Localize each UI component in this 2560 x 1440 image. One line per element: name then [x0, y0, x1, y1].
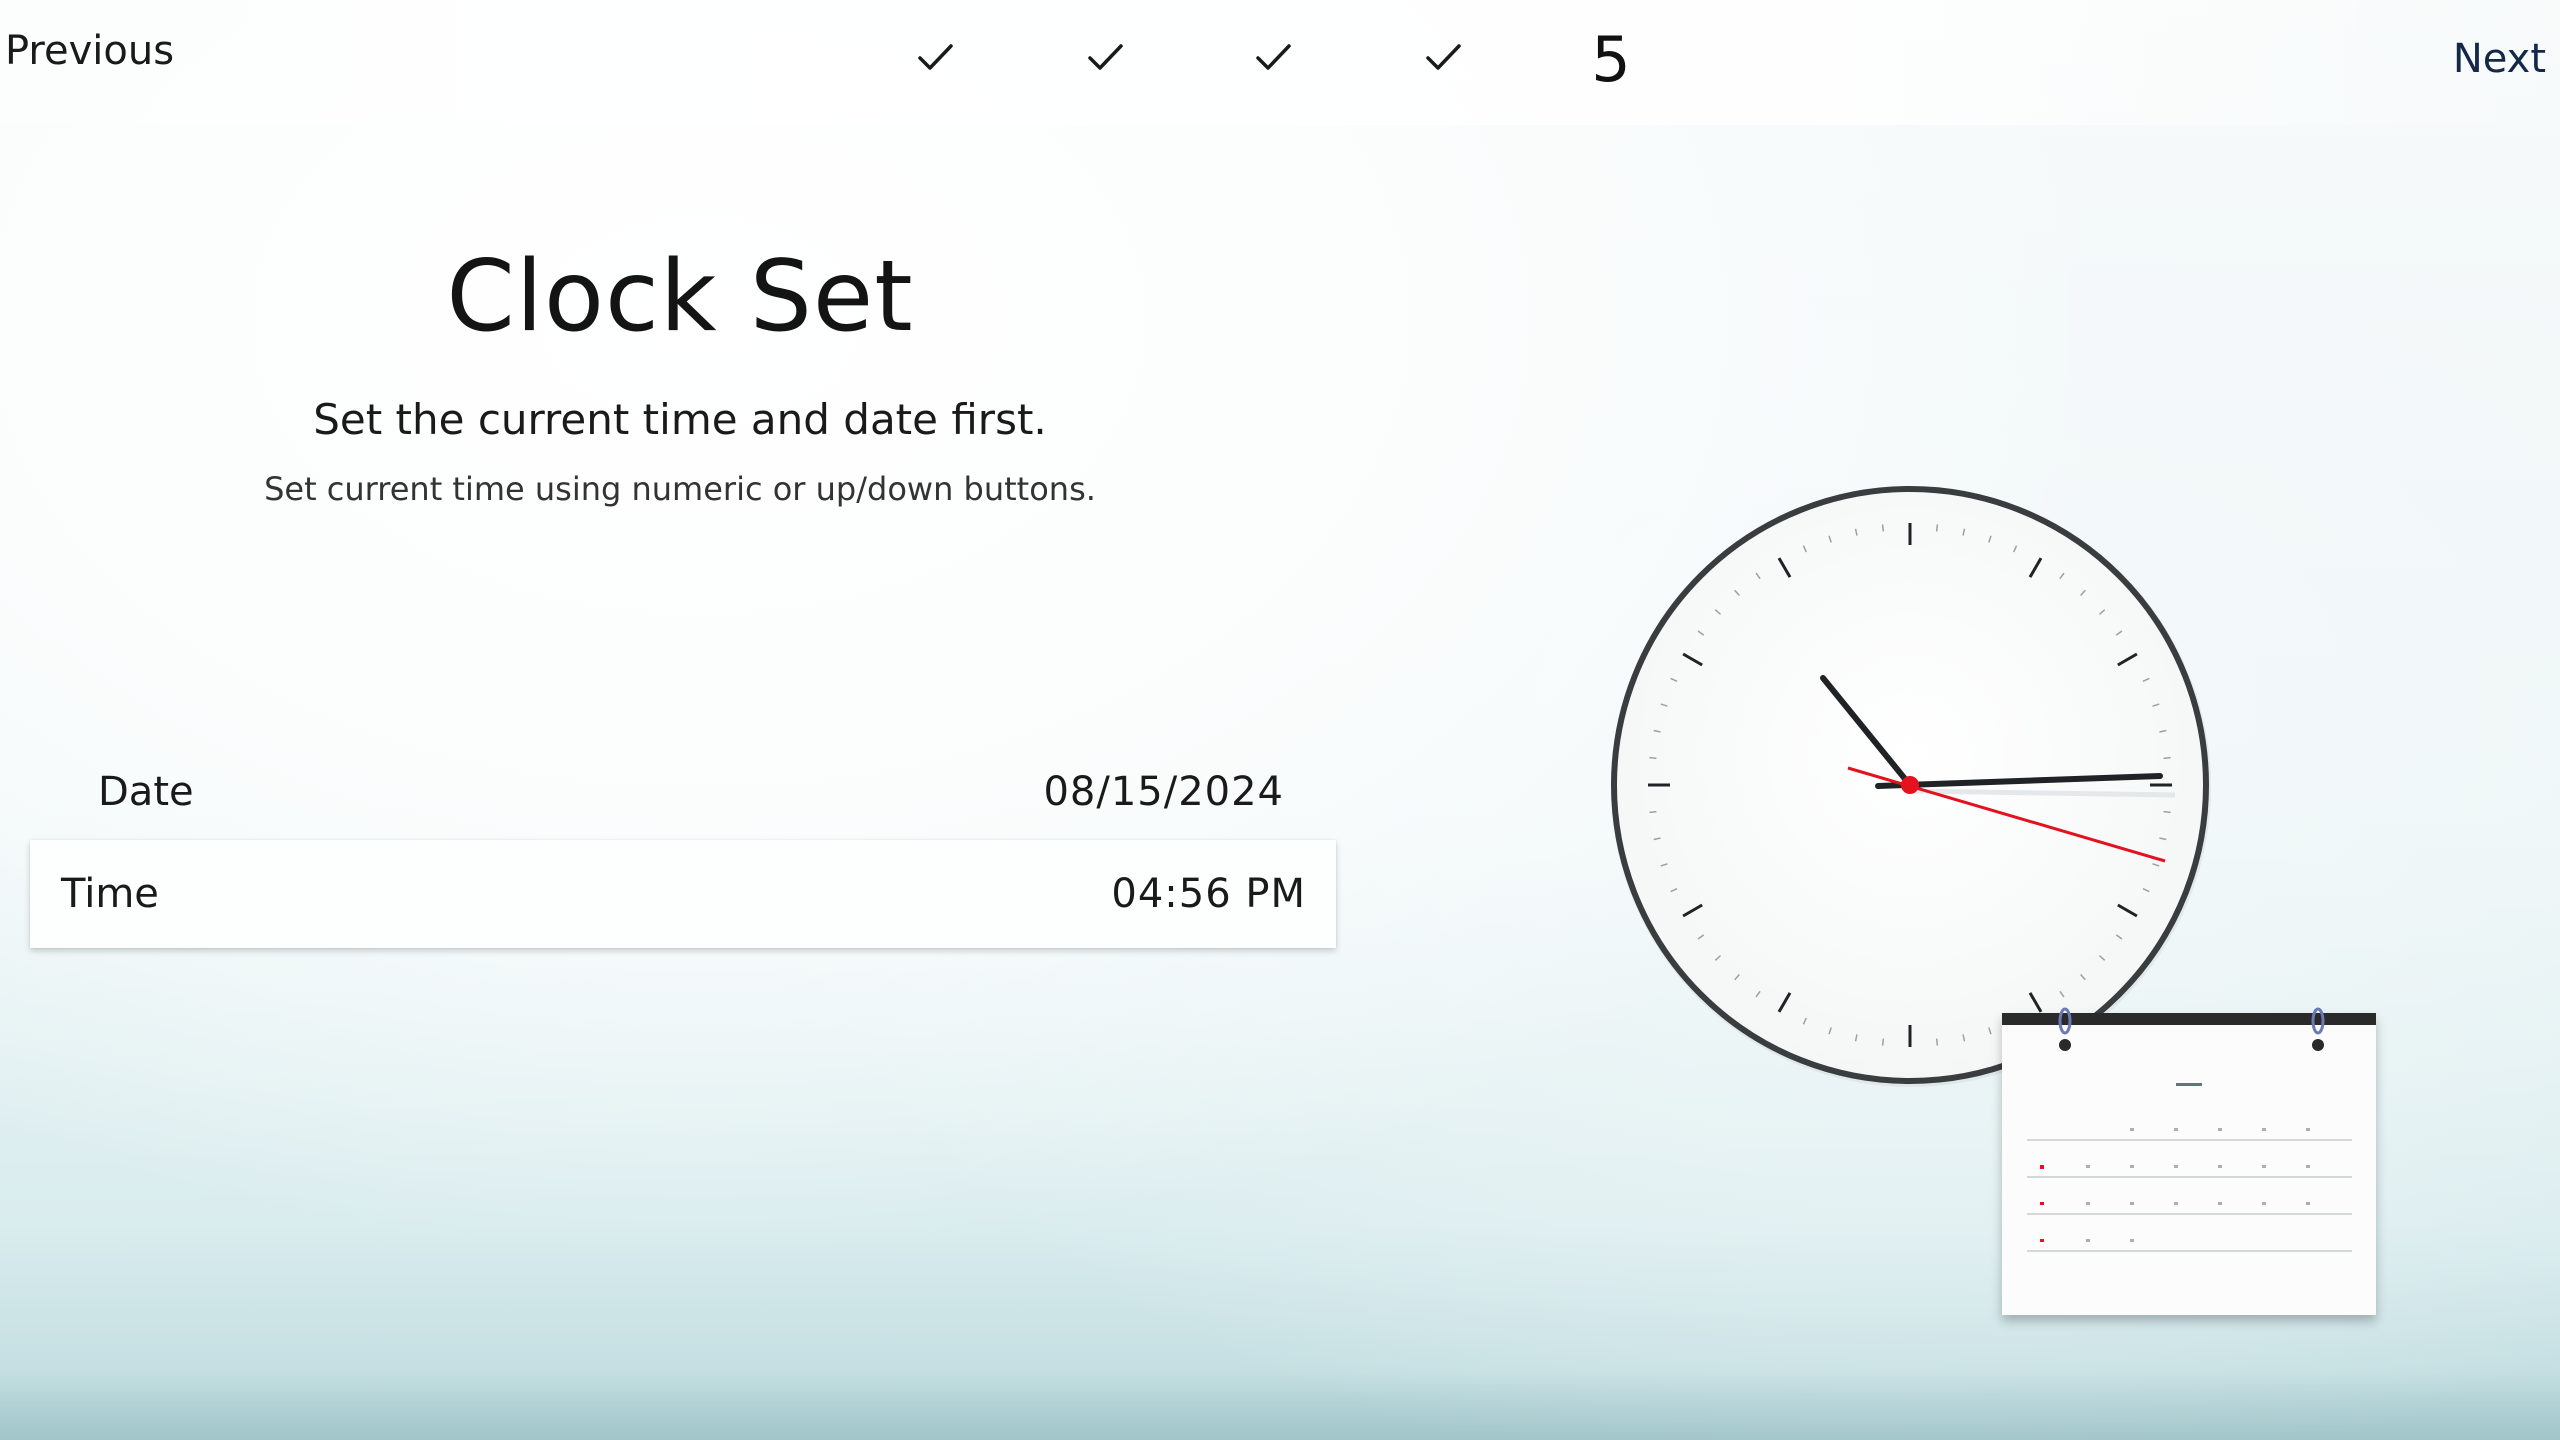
- clock-minute-tick: [2163, 810, 2171, 814]
- calendar-illustration-icon: [2002, 1013, 2376, 1315]
- step-current-number: 5: [1591, 23, 1631, 96]
- calendar-ring-right-icon: [2311, 1007, 2325, 1051]
- clock-minute-tick: [1649, 756, 1657, 760]
- date-value: 08/15/2024: [1043, 769, 1284, 815]
- calendar-ring-left-icon: [2058, 1007, 2072, 1051]
- next-button[interactable]: Next: [2453, 36, 2546, 82]
- date-setting-row[interactable]: Date 08/15/2024: [30, 738, 1336, 846]
- background-shade: [0, 1370, 2560, 1440]
- clock-minute-tick: [2163, 756, 2171, 760]
- setup-top-bar: Previous 5 Next: [0, 0, 2560, 125]
- date-label: Date: [98, 769, 194, 815]
- clock-minute-tick: [1649, 810, 1657, 814]
- step-1-complete-check-icon: [900, 22, 970, 92]
- clock-center-pin-icon: [1901, 776, 1919, 794]
- clock-minute-tick: [1881, 1038, 1885, 1046]
- previous-button[interactable]: Previous: [5, 28, 174, 74]
- time-label: Time: [61, 871, 159, 917]
- time-setting-row[interactable]: Time 04:56 PM: [30, 840, 1336, 948]
- calendar-grid-icon: [2027, 1083, 2352, 1252]
- page-hint: Set current time using numeric or up/dow…: [264, 470, 1096, 508]
- step-2-complete-check-icon: [1070, 22, 1140, 92]
- page-subtitle: Set the current time and date first.: [313, 395, 1047, 444]
- clock-minute-tick: [1935, 1038, 1939, 1046]
- clock-minute-tick: [1935, 524, 1939, 532]
- step-3-complete-check-icon: [1238, 22, 1308, 92]
- clock-minute-tick: [1881, 524, 1885, 532]
- page-title: Clock Set: [446, 240, 914, 354]
- step-4-complete-check-icon: [1408, 22, 1478, 92]
- time-value: 04:56 PM: [1111, 871, 1306, 917]
